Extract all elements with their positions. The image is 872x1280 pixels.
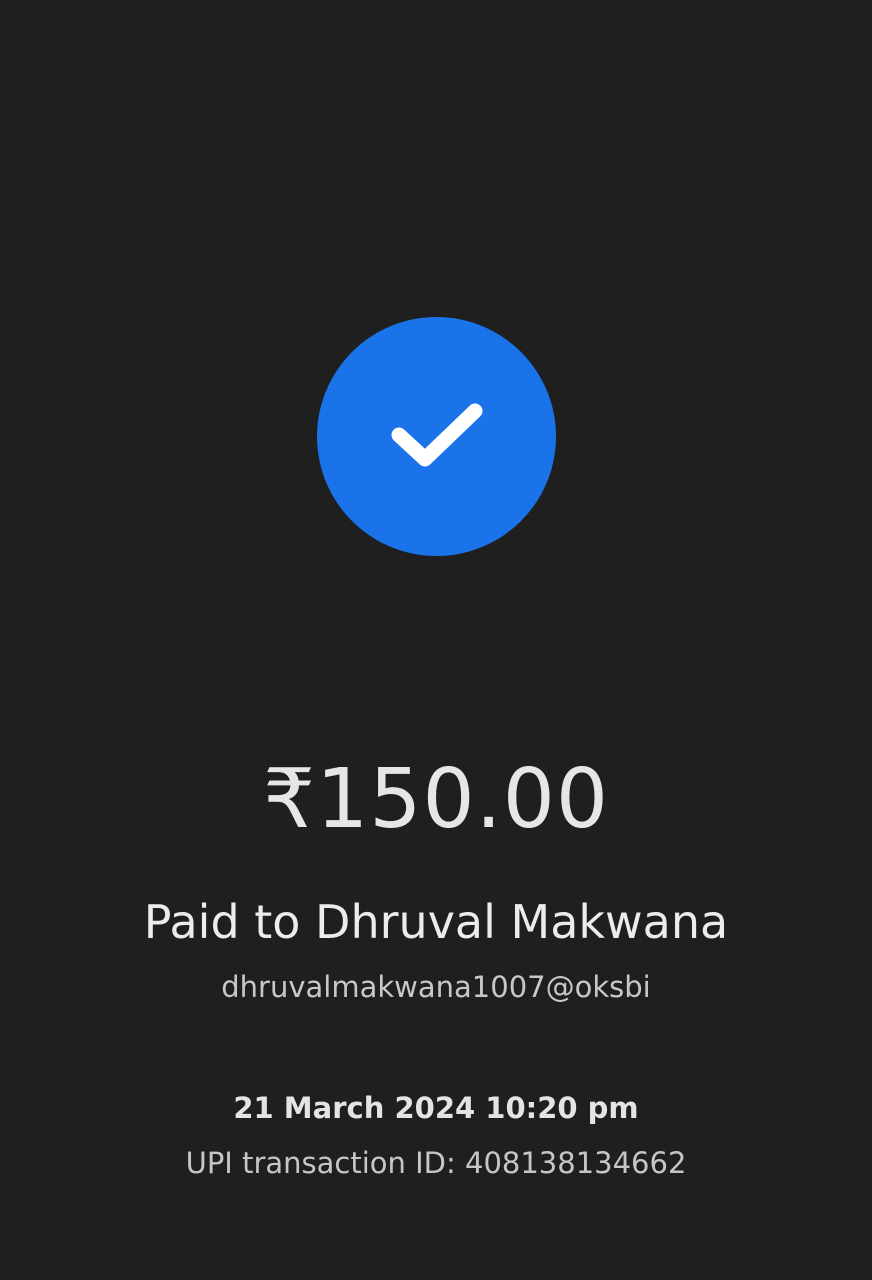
check-icon xyxy=(391,403,482,466)
payment-amount: ₹150.00 xyxy=(262,752,610,847)
success-check-badge xyxy=(317,317,556,556)
upi-transaction-id: UPI transaction ID: 408138134662 xyxy=(185,1146,687,1180)
payment-success-screen: ₹150.00 Paid to Dhruval Makwana dhruvalm… xyxy=(0,0,872,1280)
payee-name: Paid to Dhruval Makwana xyxy=(143,895,729,949)
payee-upi-id: dhruvalmakwana1007@oksbi xyxy=(221,970,651,1004)
payment-datetime: 21 March 2024 10:20 pm xyxy=(233,1091,639,1125)
